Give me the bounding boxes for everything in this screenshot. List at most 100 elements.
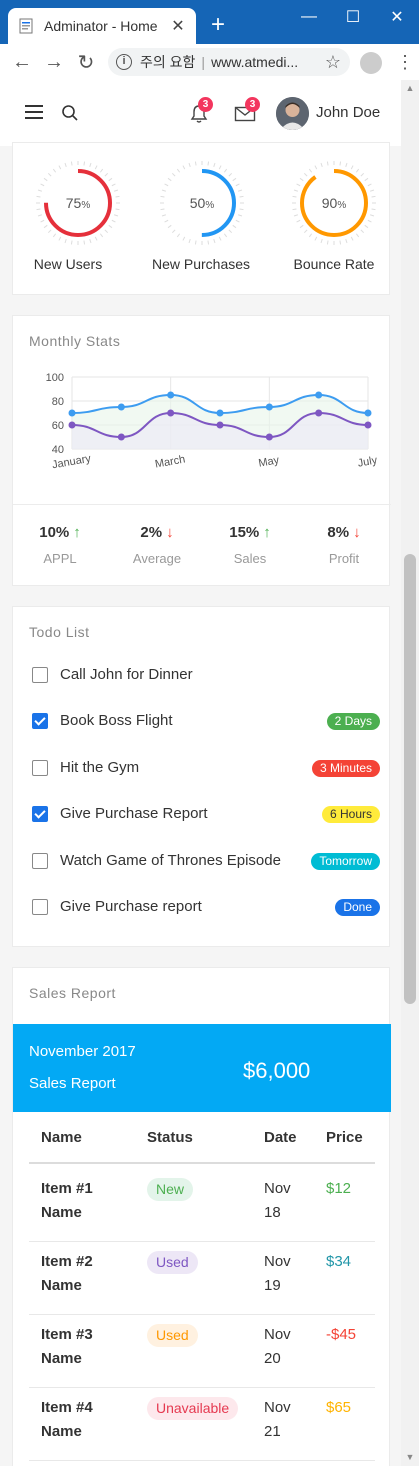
stat-sales: 15% ↑ Sales xyxy=(203,524,297,566)
sales-subtitle: Sales Report xyxy=(29,1075,116,1092)
scrollbar-thumb[interactable] xyxy=(404,554,416,1004)
hamburger-menu-icon[interactable] xyxy=(25,105,43,120)
todo-item[interactable]: Give Purchase Report 6 Hours xyxy=(32,803,380,825)
stat-profit: 8% ↓ Profit xyxy=(297,524,391,566)
todo-badge: 3 Minutes xyxy=(311,759,380,777)
todo-text: Call John for Dinner xyxy=(60,666,193,683)
todo-badge: Done xyxy=(335,899,380,916)
todo-checkbox[interactable] xyxy=(32,899,48,915)
monthly-line-chart: 406080100January March May July xyxy=(46,372,379,471)
table-row[interactable]: Item #2 Name Used Nov 19 $34 xyxy=(13,1250,391,1323)
todo-item[interactable]: Hit the Gym 3 Minutes xyxy=(32,757,380,779)
column-header-name: Name xyxy=(41,1129,82,1146)
todo-item[interactable]: Book Boss Flight 2 Days xyxy=(32,710,380,732)
notification-count-badge: 3 xyxy=(198,97,213,112)
new-tab-icon[interactable]: + xyxy=(204,10,232,40)
address-separator: | xyxy=(201,54,206,70)
y-tick-label: 80 xyxy=(52,396,64,408)
info-icon[interactable]: i xyxy=(116,54,132,70)
gauge-new-users: 75% xyxy=(33,158,123,248)
data-point[interactable] xyxy=(315,391,323,399)
todo-checkbox[interactable] xyxy=(32,852,48,869)
user-avatar[interactable] xyxy=(276,97,309,130)
stat-appl: 10% ↑ APPL xyxy=(13,524,107,566)
todo-badge: 2 Days xyxy=(326,713,380,731)
arrow-up-icon: ↑ xyxy=(73,524,81,541)
sales-month: November 2017 xyxy=(29,1043,136,1060)
todo-item[interactable]: Watch Game of Thrones Episode Tomorrow xyxy=(32,850,380,872)
todo-badge: 6 Hours xyxy=(321,806,380,824)
stat-label: APPL xyxy=(43,551,77,566)
gauge-value: 50 xyxy=(189,195,206,211)
maximize-icon[interactable]: ☐ xyxy=(331,0,375,34)
cell-item-name: Item #4 Name xyxy=(41,1399,93,1440)
back-icon[interactable]: ← xyxy=(6,46,38,78)
cell-price: $65 xyxy=(326,1399,352,1416)
mail-count-badge: 3 xyxy=(245,97,260,112)
cell-price: $34 xyxy=(326,1253,352,1270)
profile-avatar-icon[interactable] xyxy=(360,52,382,74)
address-bar[interactable]: i 주의 요함 | www.atmedi... xyxy=(108,48,350,76)
scroll-down-icon[interactable]: ▼ xyxy=(401,1449,419,1466)
todo-item[interactable]: Give Purchase report Done xyxy=(32,896,380,918)
gauge-label: New Purchases xyxy=(151,256,251,272)
data-point[interactable] xyxy=(216,409,224,417)
data-point[interactable] xyxy=(117,433,125,441)
user-name[interactable]: John Doe xyxy=(316,104,380,121)
gauge-bounce-rate: 90% xyxy=(289,158,379,248)
card-title: Sales Report xyxy=(29,985,116,1001)
search-icon[interactable] xyxy=(61,104,79,122)
window-close-icon[interactable]: ✕ xyxy=(375,0,419,34)
data-point[interactable] xyxy=(117,403,125,411)
stat-label: Sales xyxy=(233,551,267,566)
stats-row: 10% ↑ APPL 2% ↓ Average 15% ↑ Sales 8% ↓ Pro… xyxy=(13,524,391,574)
data-point[interactable] xyxy=(68,409,76,417)
x-tick-label: May xyxy=(258,454,281,470)
todo-checkbox[interactable] xyxy=(32,759,48,776)
table-row[interactable]: Item #3 Name Used Nov 20 -$45 xyxy=(13,1323,391,1396)
todo-checkbox-checked[interactable] xyxy=(32,806,48,823)
column-header-date: Date xyxy=(264,1129,297,1146)
data-point[interactable] xyxy=(265,433,273,441)
scroll-up-icon[interactable]: ▲ xyxy=(401,80,419,97)
row-divider xyxy=(29,1241,375,1242)
gauge-unit: % xyxy=(205,200,215,211)
todo-checkbox[interactable] xyxy=(32,667,48,683)
table-row[interactable]: Item #4 Name Unavailable Nov 21 $65 xyxy=(13,1396,391,1466)
data-point[interactable] xyxy=(265,403,273,411)
browser-menu-icon[interactable]: ⋮ xyxy=(396,50,414,74)
data-point[interactable] xyxy=(364,409,372,417)
reload-icon[interactable]: ↻ xyxy=(70,46,102,78)
cell-price: -$45 xyxy=(326,1326,357,1343)
todo-list-card: Todo List Call John for Dinner Book Boss … xyxy=(12,606,390,947)
gauge-unit: % xyxy=(81,200,91,211)
y-tick-label: 40 xyxy=(52,444,64,456)
forward-icon[interactable]: → xyxy=(38,46,70,78)
gauge-label: Bounce Rate xyxy=(293,256,375,272)
todo-item[interactable]: Call John for Dinner xyxy=(32,664,380,686)
bookmark-star-icon[interactable]: ☆ xyxy=(321,48,345,76)
todo-badge: Tomorrow xyxy=(311,852,380,870)
table-row[interactable]: Item #1 Name New Nov 18 $12 xyxy=(13,1177,391,1250)
status-badge: New xyxy=(147,1178,194,1201)
data-point[interactable] xyxy=(167,391,175,399)
data-point[interactable] xyxy=(216,421,224,429)
row-divider xyxy=(29,1460,375,1461)
status-badge: Used xyxy=(147,1251,198,1274)
data-point[interactable] xyxy=(167,409,175,417)
page-favicon-icon xyxy=(19,18,33,34)
data-point[interactable] xyxy=(364,421,372,429)
cell-item-name: Item #1 Name xyxy=(41,1180,93,1221)
row-divider xyxy=(29,1314,375,1315)
tab-title: Adminator - Home xyxy=(44,18,158,34)
cell-item-name: Item #3 Name xyxy=(41,1326,93,1367)
data-point[interactable] xyxy=(315,409,323,417)
data-point[interactable] xyxy=(68,421,76,429)
todo-checkbox-checked[interactable] xyxy=(32,713,48,730)
sales-report-card: Sales Report November 2017 Sales Report … xyxy=(12,967,391,1466)
minimize-icon[interactable]: — xyxy=(287,0,331,34)
cell-date: Nov 21 xyxy=(264,1399,291,1440)
page-scrollbar[interactable]: ▲ ▼ xyxy=(401,80,419,1466)
browser-tab[interactable]: Adminator - Home ✕ xyxy=(8,8,196,44)
tab-close-icon[interactable]: ✕ xyxy=(170,16,186,36)
